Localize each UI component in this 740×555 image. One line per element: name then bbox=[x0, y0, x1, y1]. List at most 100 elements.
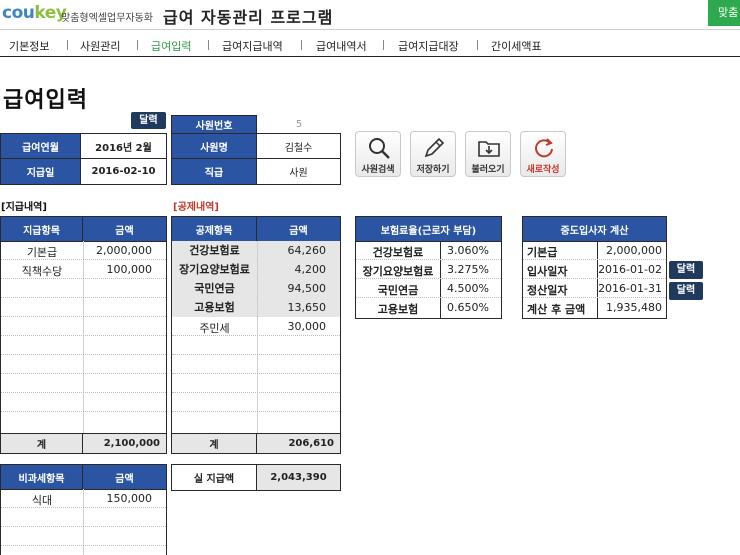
midterm-calc-label: 계산 후 금액 bbox=[527, 303, 586, 316]
menu-employee[interactable]: 사원관리 bbox=[80, 38, 120, 54]
settle-date-calendar-button[interactable]: 달력 bbox=[669, 282, 703, 300]
insurance-item: 건강보험료 bbox=[372, 246, 424, 259]
top-right-button[interactable]: 맞춤 bbox=[708, 0, 740, 26]
table-row: 기본급 2,000,000 bbox=[523, 241, 666, 260]
payment-amount: 2,000,000 bbox=[96, 244, 152, 257]
table-row[interactable] bbox=[172, 393, 340, 412]
menu-pay-ledger[interactable]: 급여지급대장 bbox=[398, 38, 459, 54]
table-row[interactable] bbox=[1, 412, 166, 431]
table-row: 고용보험 0.650% bbox=[356, 298, 501, 317]
deduction-item: 고용보험 bbox=[172, 298, 257, 317]
deduction-amount: 94,500 bbox=[258, 279, 340, 298]
insurance-item: 국민연금 bbox=[377, 284, 419, 297]
menu-pay-input[interactable]: 급여입력 bbox=[151, 38, 191, 54]
midterm-join-value[interactable]: 2016-01-02 bbox=[598, 263, 662, 276]
emp-name-label: 사원명 bbox=[171, 133, 257, 159]
folder-download-icon bbox=[478, 141, 500, 157]
deduction-amount: 4,200 bbox=[258, 260, 340, 279]
table-row[interactable] bbox=[1, 298, 166, 317]
table-row[interactable] bbox=[1, 317, 166, 336]
emp-number-value[interactable]: 5 bbox=[256, 115, 341, 134]
calendar-button[interactable]: 달력 bbox=[131, 112, 166, 129]
insurance-rate: 4.500% bbox=[447, 282, 489, 295]
table-row[interactable] bbox=[1, 527, 166, 546]
deduction-total-label: 계 bbox=[171, 433, 257, 454]
employee-search-button[interactable]: 사원검색 bbox=[355, 131, 401, 177]
menu-pay-statement[interactable]: 급여내역서 bbox=[316, 38, 367, 54]
deduction-amount: 13,650 bbox=[258, 298, 340, 317]
menu-divider bbox=[67, 40, 68, 50]
deduction-amount: 30,000 bbox=[287, 320, 327, 333]
menu-pay-history[interactable]: 급여지급내역 bbox=[222, 38, 283, 54]
table-row: 정산일자 2016-01-31 bbox=[523, 279, 666, 298]
table-row: 건강보험료 3.060% bbox=[356, 241, 501, 260]
table-row[interactable] bbox=[172, 412, 340, 431]
deduction-amount-header: 금액 bbox=[256, 216, 341, 242]
table-row: 장기요양보험료 4,200 bbox=[172, 260, 340, 279]
menu-divider bbox=[301, 40, 302, 50]
insurance-rate: 0.650% bbox=[447, 301, 489, 314]
insurance-rate: 3.275% bbox=[447, 263, 489, 276]
table-row[interactable] bbox=[1, 508, 166, 527]
nontaxable-item: 식대 bbox=[31, 494, 53, 507]
save-label: 저장하기 bbox=[416, 165, 450, 175]
midterm-grid: 기본급 2,000,000 입사일자 2016-01-02 정산일자 2016-… bbox=[522, 241, 667, 319]
net-pay-value: 2,043,390 bbox=[256, 464, 341, 491]
emp-rank-value: 사원 bbox=[256, 158, 341, 185]
midterm-base-value[interactable]: 2,000,000 bbox=[606, 244, 662, 257]
payment-amount: 100,000 bbox=[106, 263, 153, 276]
table-row[interactable] bbox=[172, 336, 340, 355]
emp-name-value[interactable]: 김철수 bbox=[256, 133, 341, 159]
table-row[interactable] bbox=[172, 355, 340, 374]
table-row[interactable] bbox=[1, 279, 166, 298]
insurance-grid: 건강보험료 3.060% 장기요양보험료 3.275% 국민연금 4.500% … bbox=[355, 241, 502, 319]
insurance-item: 고용보험 bbox=[377, 303, 419, 316]
deduction-amount: 64,260 bbox=[258, 241, 340, 260]
emp-rank-label: 직급 bbox=[171, 158, 257, 185]
nontaxable-item-header: 비과세항목 bbox=[0, 464, 83, 490]
nontaxable-amount: 150,000 bbox=[106, 492, 153, 505]
load-button[interactable]: 불러오기 bbox=[465, 131, 511, 177]
table-row: 계산 후 금액 1,935,480 bbox=[523, 298, 666, 317]
join-date-calendar-button[interactable]: 달력 bbox=[669, 261, 703, 279]
midterm-settle-value[interactable]: 2016-01-31 bbox=[598, 282, 662, 295]
menu-tax-table[interactable]: 간이세액표 bbox=[491, 38, 542, 54]
new-label: 새로작성 bbox=[526, 165, 560, 175]
save-button[interactable]: 저장하기 bbox=[410, 131, 456, 177]
pay-month-value[interactable]: 2016년 2월 bbox=[80, 133, 167, 159]
table-row[interactable] bbox=[172, 374, 340, 393]
payment-item: 기본급 bbox=[26, 246, 58, 259]
menu-divider bbox=[137, 40, 138, 50]
deduction-item: 주민세 bbox=[199, 322, 230, 335]
menu-basic-info[interactable]: 기본정보 bbox=[9, 38, 49, 54]
table-row[interactable]: 기본급 2,000,000 bbox=[1, 241, 166, 260]
table-row[interactable]: 주민세 30,000 bbox=[172, 317, 340, 336]
main-menu: 기본정보 사원관리 급여입력 급여지급내역 급여내역서 급여지급대장 간이세액표 bbox=[0, 33, 740, 57]
table-row[interactable] bbox=[1, 374, 166, 393]
deduction-item: 장기요양보험료 bbox=[172, 260, 257, 279]
table-row: 장기요양보험료 3.275% bbox=[356, 260, 501, 279]
midterm-settle-label: 정산일자 bbox=[527, 284, 568, 297]
payment-section-label: [지급내역] bbox=[1, 202, 47, 213]
page-title: 급여입력 bbox=[3, 88, 88, 113]
deduction-section-label: [공제내역] bbox=[173, 202, 219, 213]
deduction-grid: 건강보험료 64,260 장기요양보험료 4,200 국민연금 94,500 고… bbox=[171, 241, 341, 433]
midterm-calc-value: 1,935,480 bbox=[606, 301, 662, 314]
logo: coukey bbox=[2, 3, 67, 23]
menu-divider bbox=[383, 40, 384, 50]
table-row[interactable]: 식대 150,000 bbox=[1, 489, 166, 508]
table-row[interactable] bbox=[1, 355, 166, 374]
nontaxable-grid: 식대 150,000 bbox=[0, 489, 167, 555]
table-row[interactable] bbox=[1, 336, 166, 355]
new-button[interactable]: 새로작성 bbox=[520, 131, 566, 177]
pay-date-label: 지급일 bbox=[0, 158, 81, 185]
nontaxable-amount-header: 금액 bbox=[82, 464, 167, 490]
table-row: 건강보험료 64,260 bbox=[172, 241, 340, 260]
payment-total-value: 2,100,000 bbox=[82, 433, 167, 454]
table-row[interactable] bbox=[1, 393, 166, 412]
logo-subtitle: 맞춤형엑셀업무자동화 bbox=[61, 13, 153, 24]
emp-number-label: 사원번호 bbox=[171, 115, 257, 134]
table-row[interactable]: 직책수당 100,000 bbox=[1, 260, 166, 279]
pay-date-value[interactable]: 2016-02-10 bbox=[80, 158, 167, 185]
table-row: 국민연금 4.500% bbox=[356, 279, 501, 298]
